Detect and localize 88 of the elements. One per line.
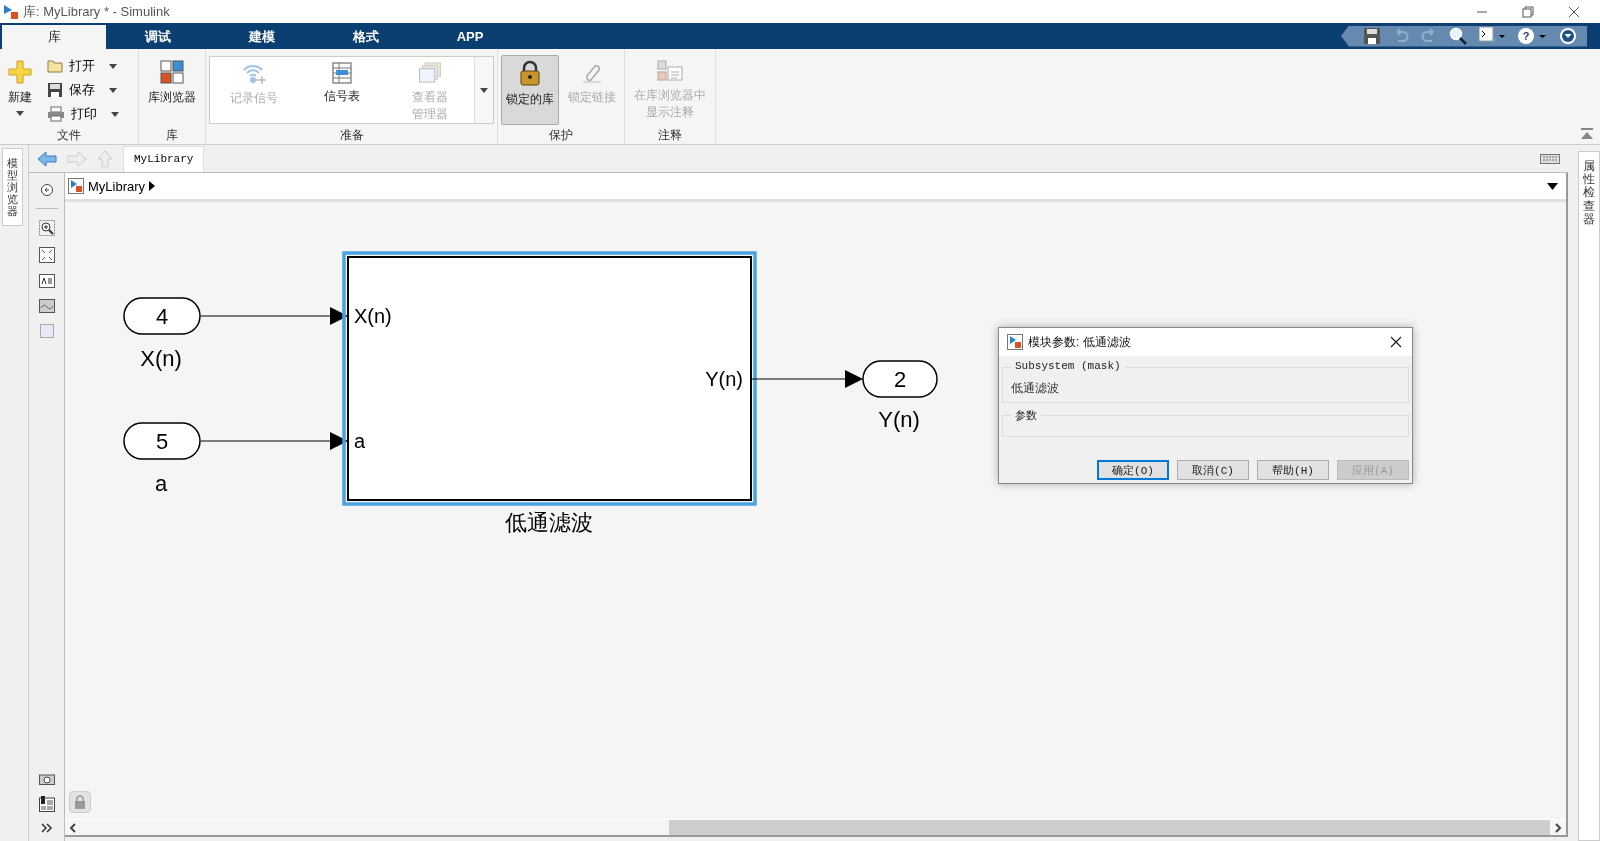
save-icon[interactable] (1363, 27, 1381, 45)
port-label: X(n) (354, 305, 392, 327)
dropdown-icon[interactable] (1559, 27, 1577, 45)
gallery-item[interactable]: 信号表 (298, 57, 386, 123)
fit-view-icon[interactable] (38, 247, 55, 263)
command-icon[interactable] (1479, 27, 1505, 45)
caret-icon (109, 87, 117, 93)
dialog-title: 模块参数: 低通滤波 (1028, 333, 1131, 351)
text-annotation-icon[interactable] (38, 274, 55, 288)
camera-icon[interactable] (38, 773, 55, 785)
double-chevron-icon[interactable] (40, 823, 53, 833)
new-button[interactable]: 新建 (3, 55, 37, 125)
close-icon[interactable] (1568, 5, 1580, 18)
close-icon[interactable] (1390, 336, 1402, 348)
dialog-button[interactable]: 帮助(H) (1257, 460, 1329, 480)
ribbon-tab[interactable]: APP (418, 25, 522, 49)
scrollbar-thumb[interactable] (668, 820, 1550, 835)
library-blocks-icon (160, 60, 184, 84)
dropdown-arrow-icon[interactable] (1547, 182, 1558, 190)
group-label: 库 (165, 127, 179, 144)
caret-icon (111, 111, 119, 117)
toggle-button[interactable]: 锁定的库 (501, 55, 559, 125)
inport-block[interactable] (123, 422, 201, 460)
ribbon-tab[interactable]: 格式 (314, 25, 418, 49)
floppy-icon (47, 82, 63, 98)
inport-block[interactable] (123, 297, 201, 335)
port-number: 5 (155, 429, 169, 454)
hide-show-icon[interactable] (39, 183, 54, 197)
model-icon (1007, 334, 1023, 350)
open-button[interactable]: 打开 (43, 55, 123, 77)
plus-icon (8, 60, 32, 84)
dialog-button[interactable]: 确定(O) (1097, 460, 1169, 480)
back-arrow-icon[interactable] (37, 150, 57, 167)
group-label: 保护 (548, 127, 574, 144)
editor-tab[interactable]: MyLibrary (123, 146, 205, 172)
triangle-right-icon[interactable] (149, 181, 156, 191)
ribbon-tab[interactable]: 建模 (210, 25, 314, 49)
port-number: 4 (155, 304, 169, 329)
port-label: Y(n) (705, 368, 743, 390)
group-label: 准备 (338, 127, 365, 144)
image-icon[interactable] (38, 299, 55, 313)
port-number: 2 (893, 367, 907, 392)
dialog-button[interactable]: 取消(C) (1177, 460, 1249, 480)
caret-icon (109, 63, 117, 69)
model-icon (68, 178, 84, 194)
scroll-right-icon[interactable] (1554, 822, 1562, 833)
ribbon-tab[interactable]: 库 (2, 25, 106, 49)
signal-icon (241, 62, 267, 86)
ribbon-tab[interactable]: 调试 (106, 25, 210, 49)
mask-description: 低通滤波 (1011, 380, 1059, 397)
port-name: X(n) (140, 346, 182, 371)
help-glyph: ? (1522, 30, 1530, 42)
fieldset-legend: 参数 (1011, 408, 1041, 423)
collapse-ribbon-icon[interactable] (1580, 128, 1594, 140)
group-label: 文件 (56, 127, 82, 144)
viewer-stack-icon (418, 62, 442, 85)
group-label: 注释 (657, 127, 684, 144)
model-data-icon[interactable] (38, 796, 55, 812)
signal-line[interactable] (200, 432, 348, 450)
keyboard-icon[interactable] (1540, 153, 1560, 164)
port-name: a (154, 471, 168, 496)
breadcrumb-link[interactable]: MyLibrary (88, 178, 146, 194)
property-inspector-tab[interactable]: 属性检查器 (1578, 151, 1600, 841)
outport-block[interactable] (862, 360, 938, 398)
window-title: 库: MyLibrary * - Simulink (23, 2, 170, 21)
model-browser-tab[interactable]: 模型浏览器 (2, 148, 23, 227)
folder-icon (47, 59, 63, 73)
print-button[interactable]: 打印 (43, 103, 123, 125)
signal-line[interactable] (751, 370, 863, 388)
simulink-icon (3, 3, 19, 20)
annotation-icon (657, 60, 684, 82)
caret-icon (480, 87, 488, 93)
port-label: a (354, 430, 366, 452)
search-icon[interactable] (1449, 27, 1467, 45)
block-name: 低通滤波 (505, 510, 593, 535)
padlock-icon (74, 795, 86, 809)
restore-icon[interactable] (1522, 5, 1534, 18)
zoom-icon[interactable] (38, 220, 55, 236)
table-icon (332, 62, 352, 84)
save-button[interactable]: 保存 (43, 79, 123, 101)
padlock-icon (519, 60, 541, 86)
library-browser-button[interactable]: 库浏览器 (143, 55, 201, 125)
port-name: Y(n) (878, 407, 920, 432)
caret-icon (16, 111, 24, 116)
scroll-left-icon[interactable] (69, 822, 77, 833)
fieldset-legend: Subsystem (mask) (1011, 360, 1125, 372)
signal-line[interactable] (200, 307, 348, 325)
printer-icon (47, 106, 65, 122)
